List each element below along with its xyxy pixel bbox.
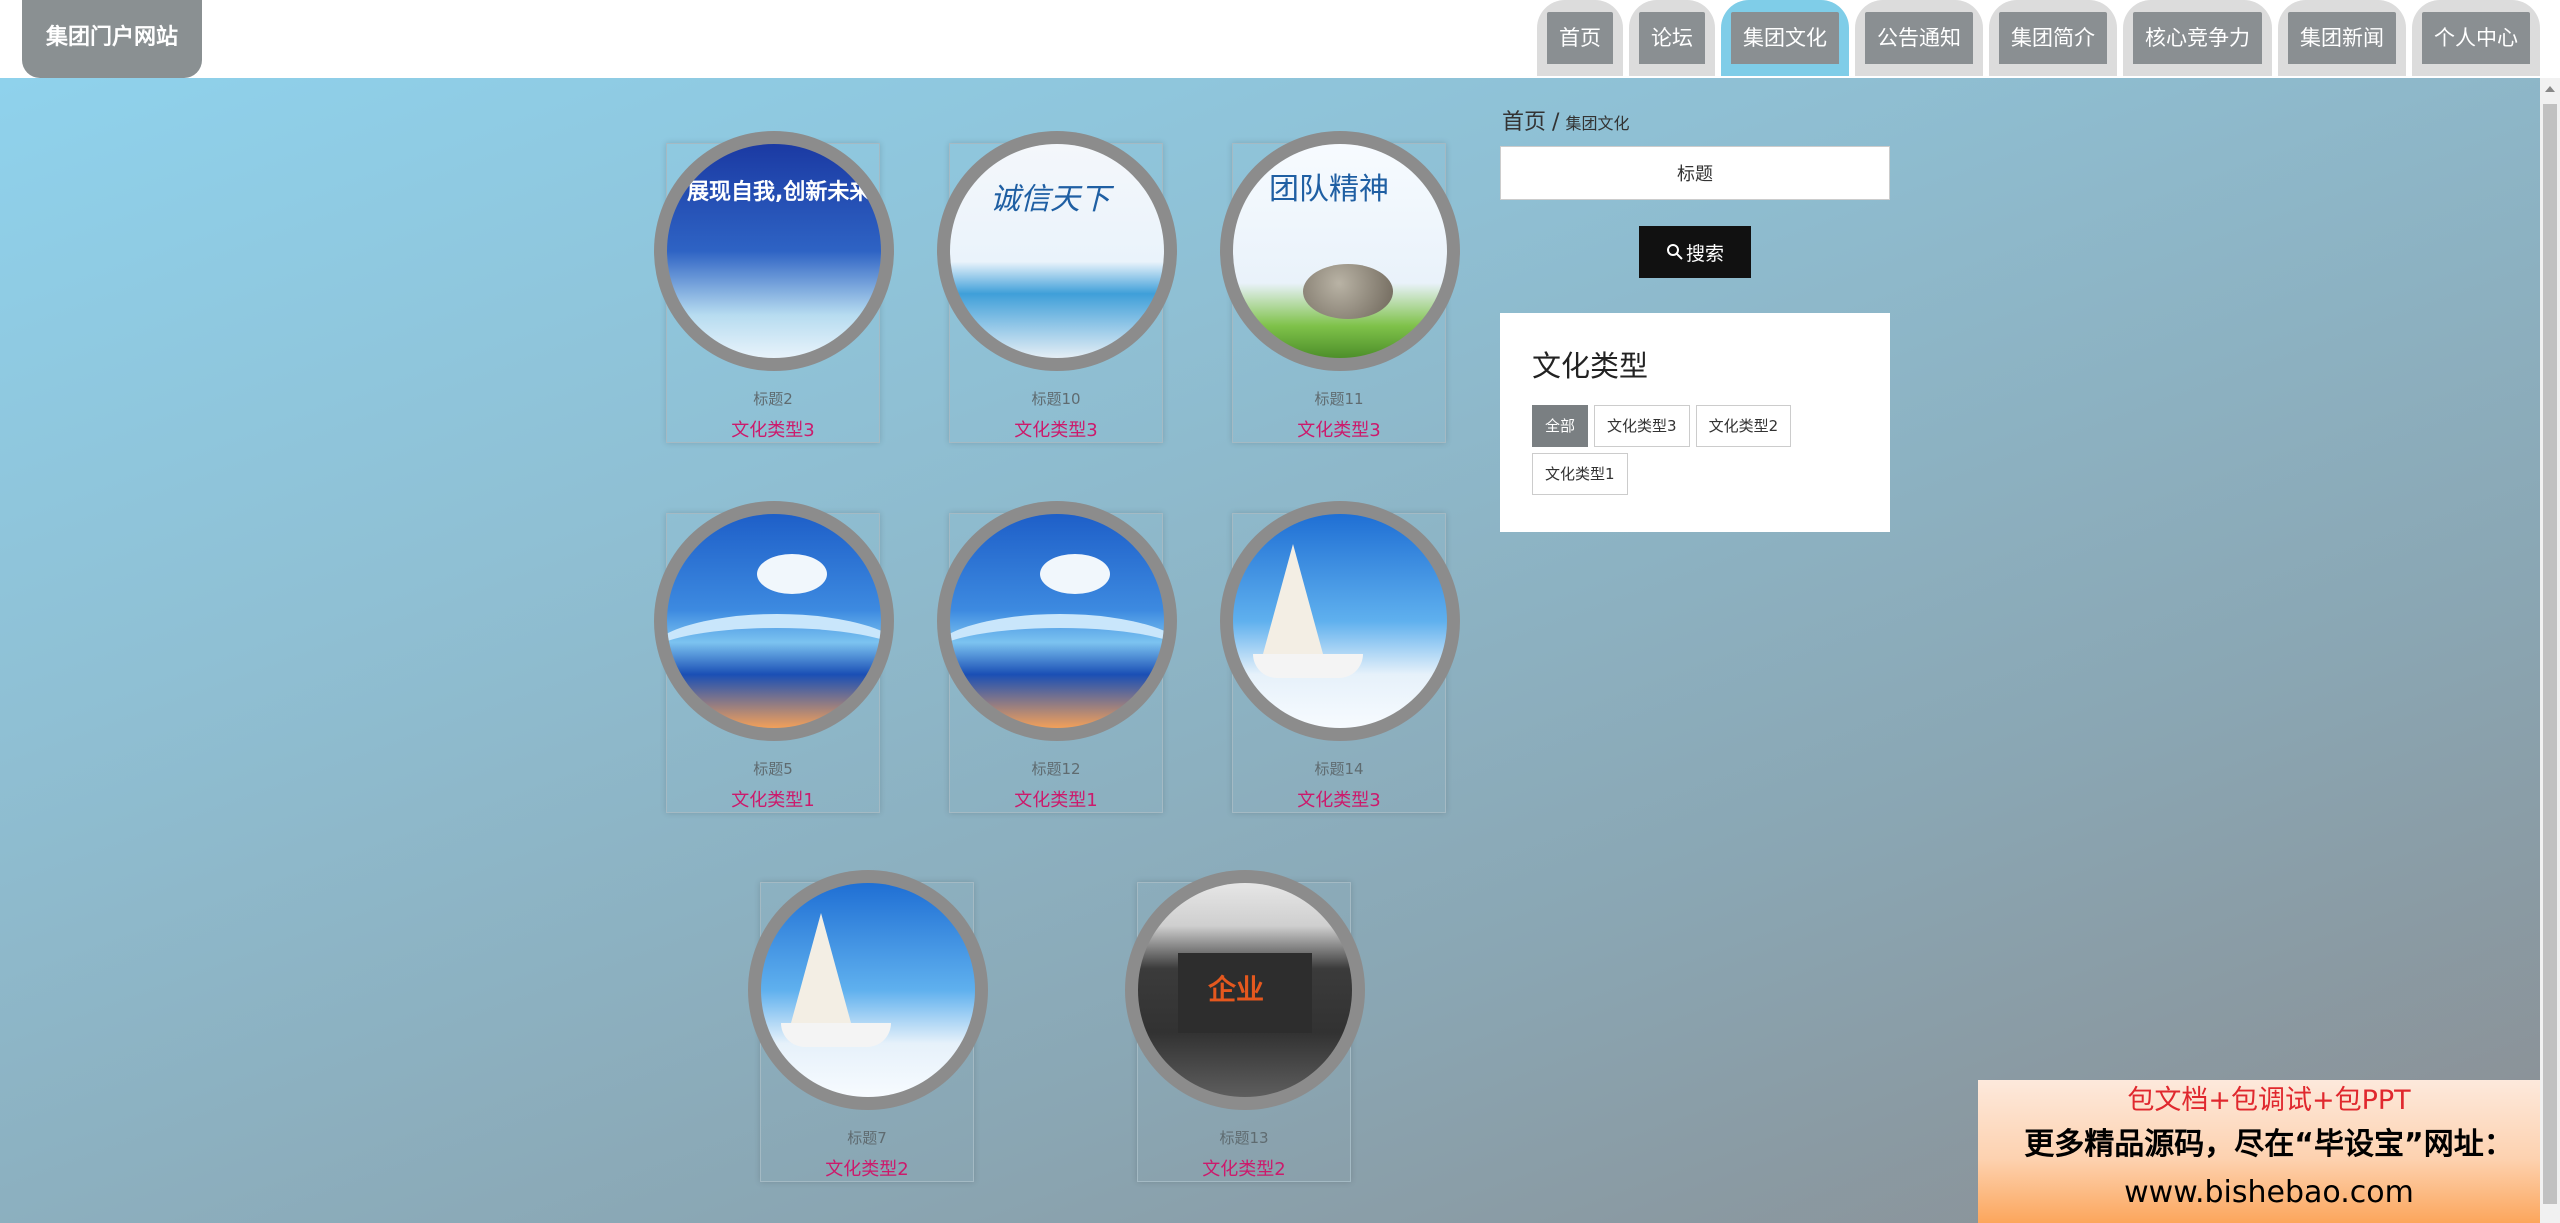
vertical-scrollbar[interactable]: [2540, 78, 2560, 1223]
culture-card[interactable]: 标题7 文化类型2: [748, 870, 988, 1182]
card-image-frame: 企业: [1125, 870, 1365, 1110]
culture-card[interactable]: 团队精神 标题11 文化类型3: [1220, 131, 1460, 443]
culture-card[interactable]: 标题14 文化类型3: [1220, 501, 1460, 813]
card-title: 标题13: [1219, 1129, 1269, 1147]
card-type-link[interactable]: 文化类型3: [1233, 786, 1445, 812]
promo-line-2: 更多精品源码，尽在“毕设宝”网址：: [2024, 1127, 2514, 1162]
breadcrumb-current: 集团文化: [1565, 114, 1630, 133]
sail-shape: [791, 913, 851, 1023]
culture-card[interactable]: 标题5 文化类型1: [654, 501, 894, 813]
stone-shape: [1303, 264, 1393, 319]
card-image[interactable]: 团队精神: [1233, 144, 1447, 358]
nav-personal-center[interactable]: 个人中心: [2412, 0, 2540, 76]
image-caption: 展现自我,创新未来: [687, 180, 872, 205]
card-type-link[interactable]: 文化类型3: [667, 416, 879, 442]
promo-banner[interactable]: 包文档+包调试+包PPT 更多精品源码，尽在“毕设宝”网址： www.bishe…: [1978, 1080, 2560, 1223]
nav-group-news[interactable]: 集团新闻: [2278, 0, 2406, 76]
card-type-link[interactable]: 文化类型3: [950, 416, 1162, 442]
card-image[interactable]: 企业: [1138, 883, 1352, 1097]
card-image-frame: [1220, 501, 1460, 741]
card-title: 标题2: [753, 390, 793, 408]
nav-forum[interactable]: 论坛: [1629, 0, 1715, 76]
card-type-link[interactable]: 文化类型2: [1138, 1155, 1350, 1181]
culture-card[interactable]: 标题12 文化类型1: [937, 501, 1177, 813]
filter-heading: 文化类型: [1532, 349, 1649, 383]
culture-card[interactable]: 展现自我,创新未来 标题2 文化类型3: [654, 131, 894, 443]
hull-shape: [1253, 654, 1363, 678]
card-title: 标题14: [1314, 760, 1364, 778]
wave-shape: [950, 614, 1164, 698]
main-nav: 首页 论坛 集团文化 公告通知 集团简介 核心竞争力 集团新闻 个人中心: [1537, 0, 2540, 76]
nav-core-competence[interactable]: 核心竞争力: [2123, 0, 2272, 76]
card-image-frame: 诚信天下: [937, 131, 1177, 371]
search-icon: [1666, 244, 1683, 260]
card-image[interactable]: [761, 883, 975, 1097]
card-title: 标题11: [1314, 390, 1364, 408]
card-image-frame: 团队精神: [1220, 131, 1460, 371]
filter-tag-all[interactable]: 全部: [1532, 405, 1589, 447]
filter-tag-type1[interactable]: 文化类型1: [1532, 453, 1628, 495]
card-title: 标题7: [847, 1129, 887, 1147]
scroll-thumb[interactable]: [2543, 104, 2557, 1204]
filter-tag-type2[interactable]: 文化类型2: [1695, 405, 1792, 447]
card-image[interactable]: 诚信天下: [950, 144, 1164, 358]
card-image[interactable]: [950, 514, 1164, 728]
nav-home[interactable]: 首页: [1537, 0, 1623, 76]
card-type-link[interactable]: 文化类型1: [950, 786, 1162, 812]
culture-card[interactable]: 诚信天下 标题10 文化类型3: [937, 131, 1177, 443]
rock-shape: [841, 238, 881, 358]
cloud-shape: [757, 554, 827, 594]
search-button[interactable]: 搜索: [1639, 226, 1751, 278]
card-title: 标题12: [1031, 760, 1081, 778]
image-caption: 诚信天下: [990, 182, 1110, 217]
card-type-link[interactable]: 文化类型3: [1233, 416, 1445, 442]
filter-tag-type3[interactable]: 文化类型3: [1594, 405, 1690, 447]
card-image-frame: [748, 870, 988, 1110]
card-title: 标题10: [1031, 390, 1081, 408]
card-image-frame: [654, 501, 894, 741]
card-image-frame: 展现自我,创新未来: [654, 131, 894, 371]
card-image[interactable]: [667, 514, 881, 728]
cloud-shape: [1040, 554, 1110, 594]
card-image-frame: [937, 501, 1177, 741]
nav-group-intro[interactable]: 集团简介: [1989, 0, 2117, 76]
breadcrumb-home[interactable]: 首页: [1502, 110, 1546, 135]
wave-shape: [667, 614, 881, 698]
scroll-up-icon[interactable]: [2545, 86, 2555, 92]
culture-type-filter: 文化类型 全部 文化类型3 文化类型2 文化类型1: [1500, 313, 1890, 532]
card-type-link[interactable]: 文化类型1: [667, 786, 879, 812]
hull-shape: [781, 1023, 891, 1047]
site-logo[interactable]: 集团门户网站: [22, 0, 202, 78]
top-bar: 集团门户网站 首页 论坛 集团文化 公告通知 集团简介 核心竞争力 集团新闻 个…: [0, 0, 2560, 78]
sail-shape: [1263, 544, 1323, 654]
card-image[interactable]: 展现自我,创新未来: [667, 144, 881, 358]
culture-card[interactable]: 企业 标题13 文化类型2: [1125, 870, 1365, 1182]
breadcrumb: 首页 / 集团文化: [1502, 104, 1629, 136]
image-caption: 团队精神: [1269, 172, 1389, 207]
nav-notices[interactable]: 公告通知: [1855, 0, 1983, 76]
promo-line-1: 包文档+包调试+包PPT: [2127, 1085, 2411, 1116]
image-caption: 企业: [1208, 973, 1265, 1006]
nav-group-culture[interactable]: 集团文化: [1721, 0, 1849, 76]
promo-url[interactable]: www.bishebao.com: [1978, 1170, 2560, 1216]
search-input[interactable]: [1500, 146, 1890, 200]
card-title: 标题5: [753, 760, 793, 778]
breadcrumb-separator: /: [1552, 110, 1560, 135]
search-button-label: 搜索: [1685, 242, 1724, 265]
card-image[interactable]: [1233, 514, 1447, 728]
card-type-link[interactable]: 文化类型2: [761, 1155, 973, 1181]
filter-tags: 全部 文化类型3 文化类型2 文化类型1: [1532, 405, 1858, 495]
